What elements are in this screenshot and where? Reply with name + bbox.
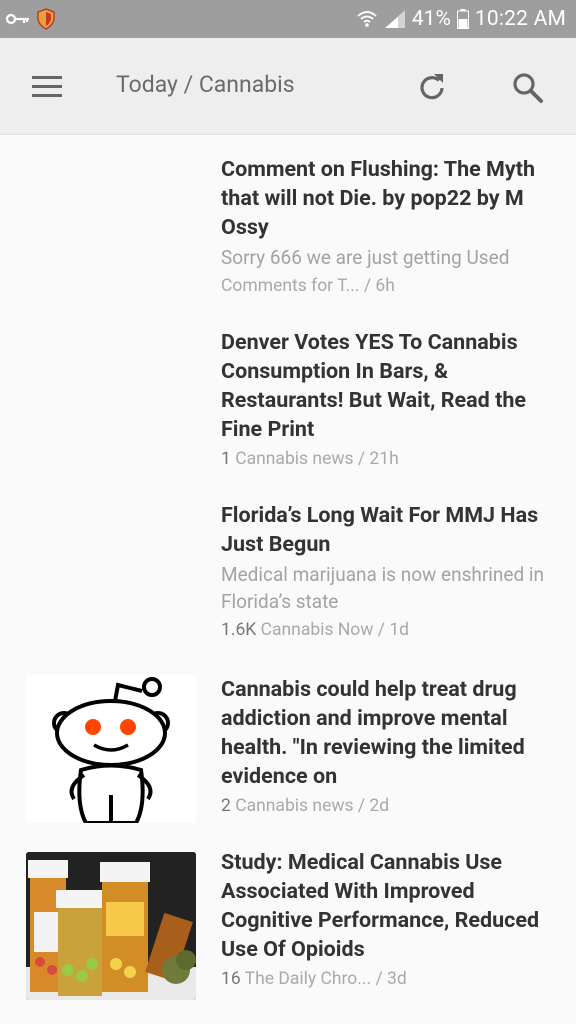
- article-count: 1: [221, 449, 231, 469]
- status-right-icons: 41% 10:22 AM: [356, 4, 566, 34]
- reddit-alien-icon: [26, 675, 196, 823]
- article-meta: 16 The Daily Chro... / 3d: [221, 966, 551, 992]
- article-item[interactable]: Denver Votes YES To Cannabis Consumption…: [0, 328, 576, 478]
- article-text: Cannabis could help treat drug addiction…: [221, 675, 551, 819]
- menu-button[interactable]: [26, 68, 70, 104]
- article-text: Denver Votes YES To Cannabis Consumption…: [221, 328, 551, 472]
- app-bar: Today / Cannabis: [0, 38, 576, 135]
- refresh-icon: [420, 74, 444, 100]
- article-headline: Denver Votes YES To Cannabis Consumption…: [221, 330, 527, 442]
- shield-icon: [37, 8, 55, 30]
- article-summary: Sorry 666 we are just getting Used: [221, 246, 510, 269]
- refresh-button[interactable]: [412, 68, 452, 108]
- signal-icon: [384, 10, 405, 28]
- article-headline: Study: Medical Cannabis Use Associated W…: [221, 850, 540, 962]
- article-source: Cannabis news / 21h: [235, 449, 399, 469]
- article-summary: Medical marijuana is now enshrined in Fl…: [221, 563, 545, 613]
- article-headline: Cannabis could help treat drug addiction…: [221, 677, 525, 789]
- wifi-icon: [357, 11, 377, 27]
- article-item[interactable]: Florida’s Long Wait For MMJ Has Just Beg…: [0, 501, 576, 651]
- article-source: Cannabis news / 2d: [235, 796, 390, 816]
- battery-percent: 41%: [411, 7, 451, 31]
- key-icon: [6, 13, 29, 25]
- status-bar: 41% 10:22 AM: [0, 0, 576, 38]
- article-source: Comments for T... / 6h: [221, 276, 395, 296]
- search-button[interactable]: [508, 68, 548, 108]
- article-headline: Comment on Flushing: The Myth that will …: [221, 157, 536, 240]
- article-meta: Comments for T... / 6h: [221, 273, 551, 299]
- article-text: Florida’s Long Wait For MMJ Has Just Beg…: [221, 501, 551, 643]
- article-text: Comment on Flushing: The Myth that will …: [221, 155, 551, 299]
- article-count: 16: [221, 969, 241, 989]
- page-title: Today / Cannabis: [116, 71, 295, 98]
- article-count: 1.6K: [221, 620, 257, 640]
- article-count: 2: [221, 796, 231, 816]
- article-item[interactable]: Cannabis could help treat drug addiction…: [0, 675, 576, 835]
- article-headline: Florida’s Long Wait For MMJ Has Just Beg…: [221, 503, 539, 557]
- article-meta: 2 Cannabis news / 2d: [221, 793, 551, 819]
- status-time: 10:22 AM: [474, 7, 566, 31]
- article-meta: 1.6K Cannabis Now / 1d: [221, 617, 551, 643]
- battery-icon: [456, 9, 469, 29]
- menu-icon: [32, 76, 62, 79]
- search-icon: [513, 73, 543, 103]
- article-source: The Daily Chro... / 3d: [244, 969, 407, 989]
- article-item[interactable]: Comment on Flushing: The Myth that will …: [0, 155, 576, 315]
- article-item[interactable]: Study: Medical Cannabis Use Associated W…: [0, 848, 576, 1008]
- article-source: Cannabis Now / 1d: [260, 620, 410, 640]
- status-left-icons: [6, 6, 56, 32]
- article-meta: 1 Cannabis news / 21h: [221, 446, 551, 472]
- pill-bottles-image: [26, 852, 196, 1000]
- article-text: Study: Medical Cannabis Use Associated W…: [221, 848, 551, 992]
